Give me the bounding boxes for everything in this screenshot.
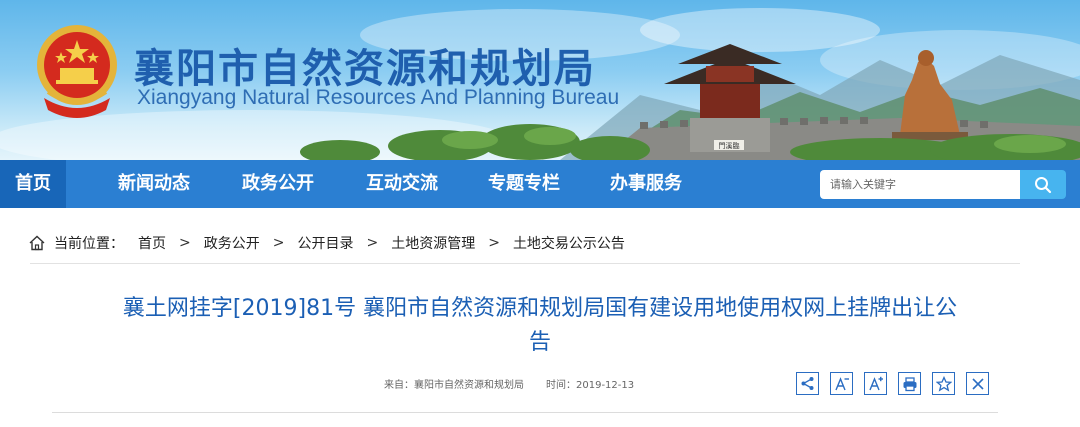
article-meta: 来自：襄阳市自然资源和规划局 时间：2019-12-13 (384, 376, 634, 391)
article-title-line-1: 襄土网挂字[2019]81号 襄阳市自然资源和规划局国有建设用地使用权网上挂牌出… (122, 296, 958, 321)
favorite-button[interactable] (932, 372, 955, 395)
article-toolbar (796, 372, 1000, 395)
nav-item-home[interactable]: 首页 (0, 160, 66, 208)
font-increase-icon (868, 376, 883, 390)
nav-item-government-affairs[interactable]: 政务公开 (222, 160, 334, 208)
breadcrumb-separator: > (366, 235, 379, 251)
article-title: 襄土网挂字[2019]81号 襄阳市自然资源和规划局国有建设用地使用权网上挂牌出… (40, 292, 1040, 360)
breadcrumb-item-home[interactable]: 首页 (138, 233, 166, 253)
font-increase-button[interactable] (864, 372, 887, 395)
nav-item-special-topics[interactable]: 专题专栏 (468, 160, 580, 208)
main-nav: 首页 新闻动态 政务公开 互动交流 专题专栏 办事服务 (0, 160, 1080, 208)
article-header-divider (52, 412, 998, 413)
breadcrumb-separator: > (272, 235, 285, 251)
breadcrumb-divider (30, 263, 1020, 264)
print-button[interactable] (898, 372, 921, 395)
breadcrumb: 当前位置： 首页 > 政务公开 > 公开目录 > 土地资源管理 > 土地交易公示… (28, 232, 625, 254)
search-icon (1035, 176, 1052, 193)
font-decrease-icon (834, 376, 849, 390)
gate-sign-text: 門溪臨 (719, 141, 740, 150)
article-date: 时间：2019-12-13 (546, 380, 635, 391)
national-emblem-icon (37, 25, 117, 118)
breadcrumb-item-land-trade-notices[interactable]: 土地交易公示公告 (513, 233, 625, 253)
print-icon (903, 376, 916, 391)
breadcrumb-item-government-affairs[interactable]: 政务公开 (204, 233, 260, 253)
nav-item-interaction[interactable]: 互动交流 (346, 160, 458, 208)
breadcrumb-separator: > (179, 235, 191, 251)
article-source: 来自：襄阳市自然资源和规划局 (384, 380, 524, 391)
site-subtitle: Xiangyang Natural Resources And Planning… (137, 86, 620, 109)
breadcrumb-separator: > (488, 235, 500, 251)
favorite-icon (935, 375, 952, 392)
breadcrumb-item-public-catalog[interactable]: 公开目录 (297, 233, 353, 253)
header-banner: 門溪臨 襄阳市自然资源和规划局 Xiangyang Natural Resour… (0, 0, 1080, 160)
search-input[interactable] (820, 170, 1020, 199)
share-icon (801, 377, 814, 390)
nav-item-services[interactable]: 办事服务 (590, 160, 702, 208)
breadcrumb-item-land-management[interactable]: 土地资源管理 (391, 233, 475, 253)
nav-item-news[interactable]: 新闻动态 (98, 160, 210, 208)
home-icon (29, 235, 45, 251)
share-button[interactable] (796, 372, 819, 395)
breadcrumb-prefix: 当前位置： (54, 236, 124, 252)
close-icon (971, 377, 984, 390)
search-button[interactable] (1020, 170, 1066, 199)
font-decrease-button[interactable] (830, 372, 853, 395)
article-title-line-2: 告 (528, 330, 551, 355)
close-button[interactable] (966, 372, 989, 395)
